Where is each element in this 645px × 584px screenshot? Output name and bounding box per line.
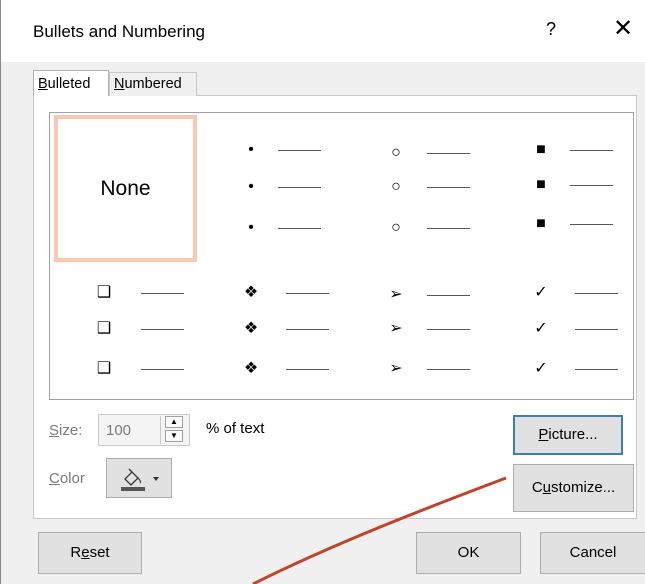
reset-button[interactable]: Reset <box>38 532 142 574</box>
size-label-mnemonic: S <box>49 422 60 439</box>
tab-numbered-label: umbered <box>124 76 182 92</box>
placeholder-line <box>570 224 613 225</box>
placeholder-line <box>286 329 329 330</box>
diamond-star-bullet-icon: ❖ <box>243 360 259 377</box>
bullet-style-none[interactable]: None <box>54 115 197 262</box>
placeholder-line <box>278 228 321 229</box>
paint-bucket-icon <box>121 468 159 491</box>
filled-round-bullet-icon: • <box>248 141 254 158</box>
title-bar: Bullets and Numbering ? ✕ <box>1 0 645 62</box>
filled-round-bullet-icon: • <box>248 219 254 236</box>
customize-label: stomize... <box>551 479 616 496</box>
customize-label-pre: C <box>531 479 543 496</box>
placeholder-line <box>427 329 470 330</box>
placeholder-line <box>286 293 329 294</box>
diamond-star-bullet-icon: ❖ <box>243 320 259 337</box>
chevron-down-icon <box>153 477 159 481</box>
tab-bulleted-mnemonic: B <box>38 76 48 92</box>
tab-bulleted[interactable]: Bulleted <box>33 70 109 96</box>
size-value: 100 <box>106 422 132 439</box>
size-spinner[interactable]: ▲ ▼ <box>160 416 189 444</box>
picture-mnemonic: P <box>538 426 549 443</box>
checkmark-bullet-icon: ✓ <box>534 320 548 337</box>
tab-numbered-mnemonic: N <box>114 76 125 92</box>
hollow-square-bullet-icon: ❑ <box>96 360 112 377</box>
placeholder-line <box>575 329 618 330</box>
tab-bulleted-label: ulleted <box>47 76 91 92</box>
placeholder-line <box>427 228 470 229</box>
arrowhead-bullet-icon: ➢ <box>389 286 403 303</box>
arrowhead-bullet-icon: ➢ <box>389 360 403 377</box>
diamond-star-bullet-icon: ❖ <box>243 284 259 301</box>
placeholder-line <box>570 150 613 151</box>
bullets-and-numbering-dialog: Bullets and Numbering ? ✕ Bulleted Numbe… <box>0 0 645 584</box>
hollow-square-bullet-icon: ❑ <box>96 284 112 301</box>
filled-square-bullet-icon: ■ <box>536 176 546 193</box>
filled-round-bullet-icon: • <box>248 178 254 195</box>
help-button[interactable]: ? <box>541 19 561 40</box>
spin-up-arrow-icon[interactable]: ▲ <box>165 416 183 428</box>
size-label: Size: <box>49 422 82 439</box>
customize-button[interactable]: Customize... <box>513 464 634 512</box>
placeholder-line <box>278 187 321 188</box>
placeholder-line <box>427 369 470 370</box>
none-label: None <box>100 177 151 200</box>
picture-label: icture... <box>548 426 598 443</box>
reset-label-pre: R <box>70 544 82 561</box>
ok-button[interactable]: OK <box>416 532 521 574</box>
cancel-button[interactable]: Cancel <box>540 532 645 574</box>
placeholder-line <box>575 293 618 294</box>
hollow-square-bullet-icon: ❑ <box>96 320 112 337</box>
placeholder-line <box>570 185 613 186</box>
size-unit-label: % of text <box>206 420 265 437</box>
hollow-round-bullet-icon: ○ <box>391 178 401 195</box>
reset-label: set <box>89 544 110 561</box>
tab-numbered[interactable]: Numbered <box>109 72 197 96</box>
placeholder-line <box>278 150 321 151</box>
checkmark-bullet-icon: ✓ <box>534 284 548 301</box>
placeholder-line <box>427 153 470 154</box>
placeholder-line <box>427 295 470 296</box>
spin-down-arrow-icon[interactable]: ▼ <box>165 430 183 442</box>
placeholder-line <box>286 369 329 370</box>
dialog-title: Bullets and Numbering <box>33 22 205 41</box>
checkmark-bullet-icon: ✓ <box>534 360 548 377</box>
placeholder-line <box>141 293 184 294</box>
picture-button[interactable]: Picture... <box>513 415 623 455</box>
color-label: Color <box>49 470 85 487</box>
customize-mnemonic: u <box>542 479 551 496</box>
hollow-round-bullet-icon: ○ <box>391 219 401 236</box>
placeholder-line <box>141 329 184 330</box>
color-label-mnemonic: C <box>49 470 60 487</box>
reset-mnemonic: e <box>81 544 90 561</box>
placeholder-line <box>427 187 470 188</box>
placeholder-line <box>575 369 618 370</box>
filled-square-bullet-icon: ■ <box>536 215 546 232</box>
color-label-text: olor <box>59 470 85 487</box>
filled-square-bullet-icon: ■ <box>536 141 546 158</box>
hollow-round-bullet-icon: ○ <box>391 144 401 161</box>
color-dropdown-button[interactable] <box>106 458 172 498</box>
placeholder-line <box>141 369 184 370</box>
arrowhead-bullet-icon: ➢ <box>389 320 403 337</box>
size-label-text: ize: <box>59 422 83 439</box>
close-icon[interactable]: ✕ <box>609 14 637 43</box>
